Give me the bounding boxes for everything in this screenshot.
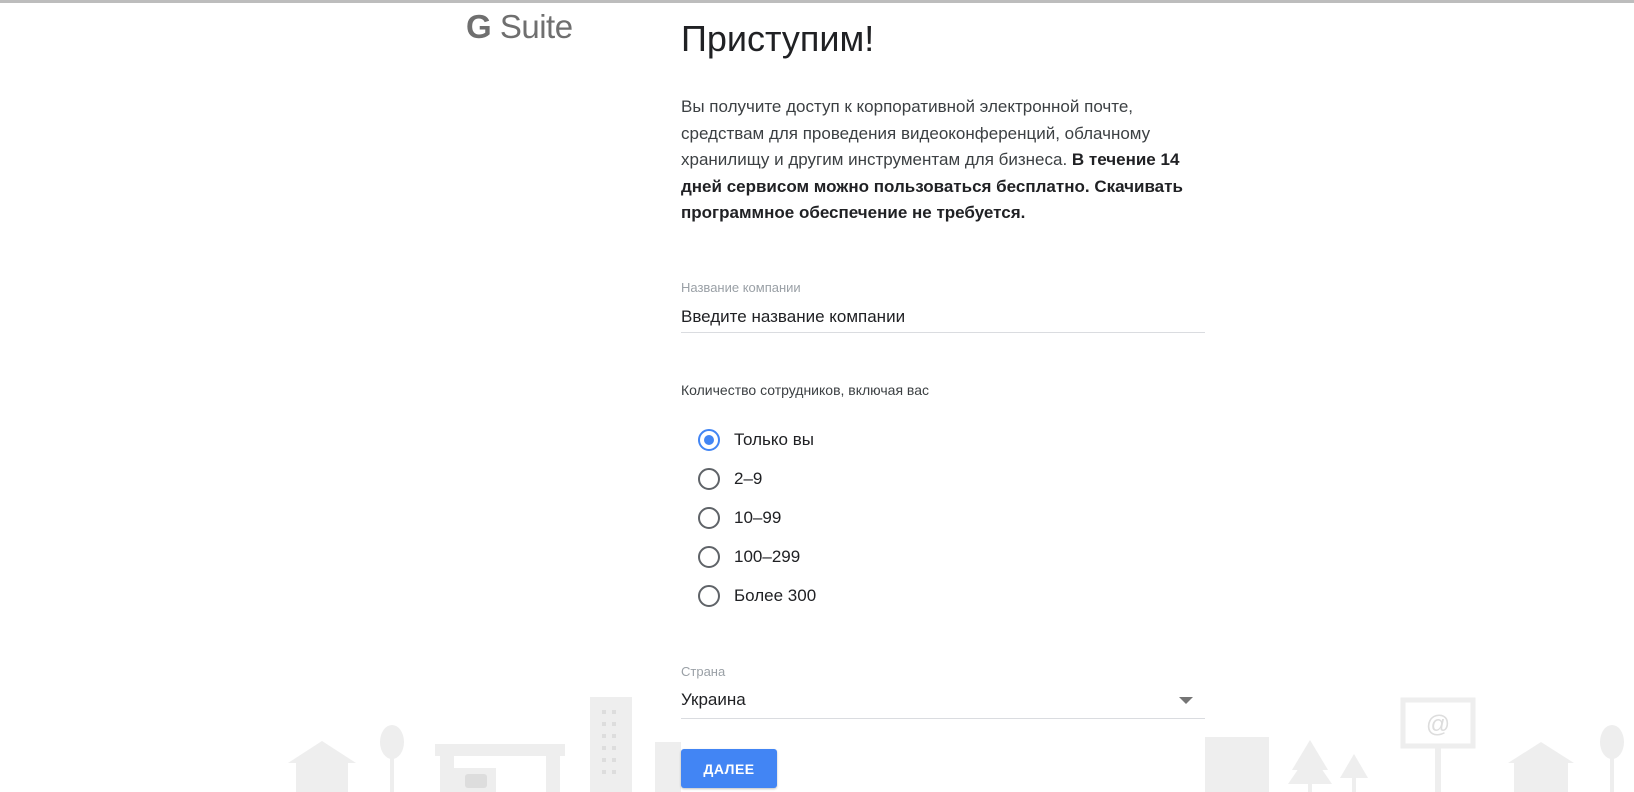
employee-count-label: Количество сотрудников, включая вас: [681, 382, 929, 398]
country-label: Страна: [681, 664, 726, 679]
radio-option-100-299[interactable]: 100–299: [698, 546, 1098, 570]
radio-label: 2–9: [734, 469, 763, 488]
radio-label: Более 300: [734, 586, 817, 605]
radio-label: Только вы: [734, 430, 814, 449]
radio-unchecked-icon[interactable]: [698, 468, 720, 490]
radio-unchecked-icon[interactable]: [698, 507, 720, 529]
radio-unchecked-icon[interactable]: [698, 585, 720, 607]
logo-text: Suite: [499, 8, 573, 45]
country-selected-value: Украина: [681, 690, 746, 709]
radio-option-300-plus[interactable]: Более 300: [698, 585, 1098, 609]
chevron-down-icon[interactable]: [1179, 697, 1193, 704]
billboard-at-symbol: @: [1426, 711, 1450, 738]
gsuite-logo: G Suite: [466, 8, 573, 46]
radio-unchecked-icon[interactable]: [698, 546, 720, 568]
next-button[interactable]: ДАЛЕЕ: [681, 749, 777, 788]
radio-option-only-you[interactable]: Только вы: [698, 429, 1098, 453]
company-name-input[interactable]: [681, 302, 1205, 333]
logo-g: G: [466, 8, 492, 45]
intro-paragraph: Вы получите доступ к корпоративной элект…: [681, 94, 1205, 227]
radio-option-2-9[interactable]: 2–9: [698, 468, 1098, 492]
company-name-label: Название компании: [681, 280, 801, 295]
radio-label: 100–299: [734, 547, 801, 566]
window-top-border: [0, 0, 1634, 3]
country-select[interactable]: Украина: [681, 686, 1205, 719]
radio-label: 10–99: [734, 508, 782, 527]
radio-checked-icon[interactable]: [698, 429, 720, 451]
radio-option-10-99[interactable]: 10–99: [698, 507, 1098, 531]
page-title: Приступим!: [681, 18, 875, 59]
